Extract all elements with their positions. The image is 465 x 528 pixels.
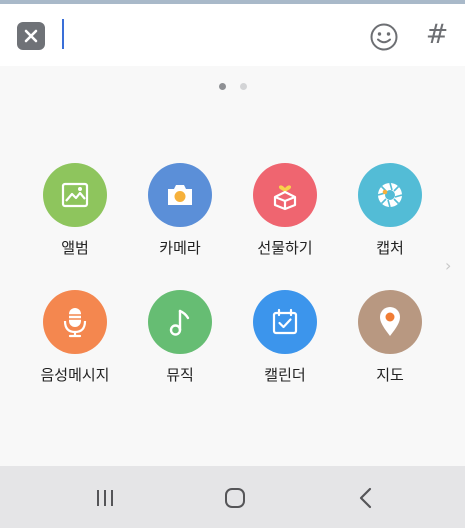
page-dot-active[interactable]	[219, 83, 226, 90]
gift-icon	[273, 185, 297, 211]
grid-item-map[interactable]: 지도	[340, 290, 440, 385]
music-button[interactable]	[148, 290, 212, 354]
calendar-button[interactable]	[253, 290, 317, 354]
camera-button[interactable]	[148, 163, 212, 227]
message-input-bar: #	[0, 4, 465, 66]
calendar-icon	[272, 308, 298, 335]
page-indicator	[0, 83, 465, 91]
grid-item-capture[interactable]: 캡처	[340, 163, 440, 258]
grid-item-album[interactable]: 앨범	[25, 163, 125, 258]
home-icon	[225, 488, 245, 508]
emoji-button[interactable]	[369, 22, 399, 52]
hashtag-button[interactable]: #	[424, 18, 450, 52]
text-caret[interactable]	[62, 19, 64, 49]
photo-icon	[61, 182, 89, 208]
grid-item-camera[interactable]: 카메라	[130, 163, 230, 258]
voice-message-label: 음성메시지	[40, 366, 110, 384]
album-button[interactable]	[43, 163, 107, 227]
back-chevron-icon	[359, 487, 372, 509]
grid-item-gift[interactable]: 선물하기	[235, 163, 335, 258]
map-label: 지도	[376, 366, 404, 384]
map-pin-icon	[380, 307, 400, 336]
voice-message-button[interactable]	[43, 290, 107, 354]
gift-label: 선물하기	[257, 239, 313, 257]
system-navigation-bar	[0, 466, 465, 528]
next-page-chevron-icon[interactable]: ›	[445, 256, 451, 275]
grid-item-calendar[interactable]: 캘린더	[235, 290, 335, 385]
grid-item-music[interactable]: 뮤직	[130, 290, 230, 385]
gift-button[interactable]	[253, 163, 317, 227]
microphone-icon	[63, 308, 87, 338]
music-note-icon	[169, 309, 190, 336]
back-button[interactable]	[352, 486, 380, 510]
map-button[interactable]	[358, 290, 422, 354]
album-label: 앨범	[61, 239, 89, 257]
capture-button[interactable]	[358, 163, 422, 227]
smiley-icon	[370, 23, 398, 51]
camera-icon	[168, 185, 192, 205]
aperture-icon	[377, 182, 403, 208]
attachment-panel	[0, 66, 465, 466]
close-icon	[24, 29, 38, 43]
calendar-label: 캘린더	[264, 366, 306, 384]
camera-label: 카메라	[159, 239, 201, 257]
page-dot[interactable]	[240, 83, 247, 90]
recent-apps-icon	[97, 490, 113, 506]
grid-item-voice-message[interactable]: 음성메시지	[25, 290, 125, 385]
recent-apps-button[interactable]	[91, 486, 119, 510]
home-button[interactable]	[221, 486, 249, 510]
capture-label: 캡처	[376, 239, 404, 257]
close-button[interactable]	[17, 22, 45, 50]
music-label: 뮤직	[166, 366, 194, 384]
